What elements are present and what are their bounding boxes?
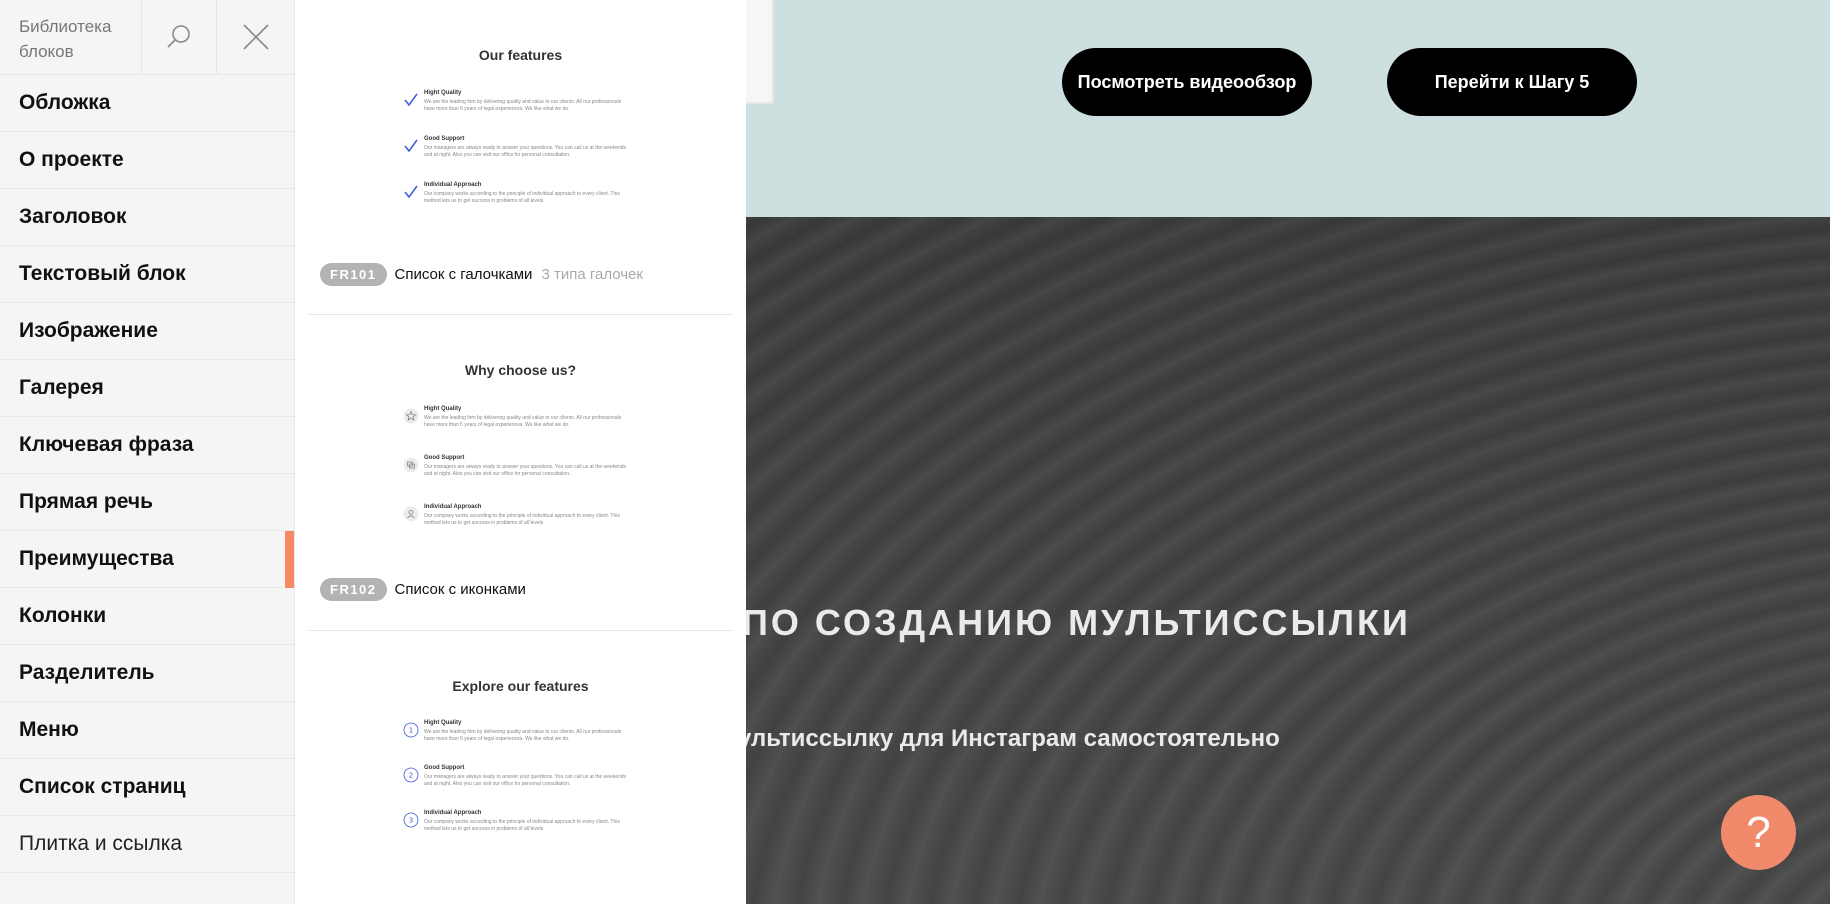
close-icon [243,24,269,50]
block-label: FR101 Список с галочками 3 типа галочек [320,263,643,286]
preview-title: Our features [478,47,563,63]
preview-title: Explore our features [452,678,589,694]
preview-feature: Good Support Our managers are always rea… [403,136,633,159]
checkmark-icon [404,185,418,199]
hero-subtitle: ультиссылку для Инстаграм самостоятельно [738,725,1280,752]
sidebar-item-heading[interactable]: Заголовок [0,189,294,246]
sidebar-item-page-list[interactable]: Список страниц [0,759,294,816]
hero-section [746,217,1830,904]
sidebar-item-about[interactable]: О проекте [0,132,294,189]
video-review-button[interactable]: Посмотреть видеообзор [1062,48,1312,116]
preview-feature: 2 Good Support Our managers are always r… [403,765,633,788]
chat-icon [403,457,419,473]
sidebar-item-divider[interactable]: Разделитель [0,645,294,702]
sidebar-item-quote[interactable]: Прямая речь [0,474,294,531]
sidebar-header: Библиотека блоков [0,0,294,75]
search-icon [167,25,190,48]
sidebar-item-text-block[interactable]: Текстовый блок [0,246,294,303]
close-button[interactable] [217,0,294,74]
preview-feature: Hight Quality We are the leading firm by… [403,90,633,113]
block-gallery: Our features Hight Quality We are the le… [295,0,746,904]
person-icon [403,506,419,522]
go-to-step-button[interactable]: Перейти к Шагу 5 [1387,48,1637,116]
sidebar-item-tile-link[interactable]: Плитка и ссылка [0,816,294,873]
sidebar-item-menu[interactable]: Меню [0,702,294,759]
checkmark-icon [404,139,418,153]
search-button[interactable] [142,0,218,74]
checkmark-icon [404,93,418,107]
preview-frame-edge [746,0,774,104]
sidebar-item-gallery[interactable]: Галерея [0,360,294,417]
preview-feature: Hight Quality We are the leading firm by… [403,406,633,429]
help-button[interactable]: ? [1721,795,1796,870]
star-icon [403,408,419,424]
block-card-fr102[interactable]: Why choose us? Hight Quality We are the … [308,316,733,628]
preview-feature: Individual Approach Our company works ac… [403,504,633,527]
svg-text:2: 2 [409,772,413,780]
number-circle-icon: 2 [403,767,419,783]
sidebar-item-features[interactable]: Преимущества [0,531,294,588]
card-divider [308,630,733,631]
block-label: FR102 Список с иконками [320,578,526,601]
block-name: Список с иконками [394,581,526,598]
question-icon: ? [1746,807,1771,857]
block-name: Список с галочками [394,266,533,283]
sidebar-title: Библиотека блоков [0,0,142,74]
preview-feature: 1 Hight Quality We are the leading firm … [403,720,633,743]
preview-feature: 3 Individual Approach Our company works … [403,810,633,833]
sidebar-item-image[interactable]: Изображение [0,303,294,360]
preview-feature: Good Support Our managers are always rea… [403,455,633,478]
block-note: 3 типа галочек [541,266,643,283]
block-code-badge: FR102 [320,578,387,601]
number-circle-icon: 3 [403,812,419,828]
block-card-fr103[interactable]: Explore our features 1 Hight Quality We … [308,632,733,904]
number-circle-icon: 1 [403,722,419,738]
sidebar-item-columns[interactable]: Колонки [0,588,294,645]
hero-title: ПО СОЗДАНИЮ МУЛЬТИССЫЛКИ [742,602,1411,643]
svg-text:1: 1 [409,727,413,735]
sidebar-item-cover[interactable]: Обложка [0,75,294,132]
svg-text:3: 3 [409,817,413,825]
category-list: Обложка О проекте Заголовок Текстовый бл… [0,75,294,873]
preview-feature: Individual Approach Our company works ac… [403,182,633,205]
sidebar-item-key-phrase[interactable]: Ключевая фраза [0,417,294,474]
block-code-badge: FR101 [320,263,387,286]
block-library-sidebar: Библиотека блоков Обложка О проекте Заго… [0,0,295,904]
page-root: Посмотреть видеообзор Перейти к Шагу 5 П… [0,0,1830,904]
card-divider [308,314,733,315]
block-card-fr101[interactable]: Our features Hight Quality We are the le… [308,0,733,312]
preview-title: Why choose us? [464,362,577,378]
